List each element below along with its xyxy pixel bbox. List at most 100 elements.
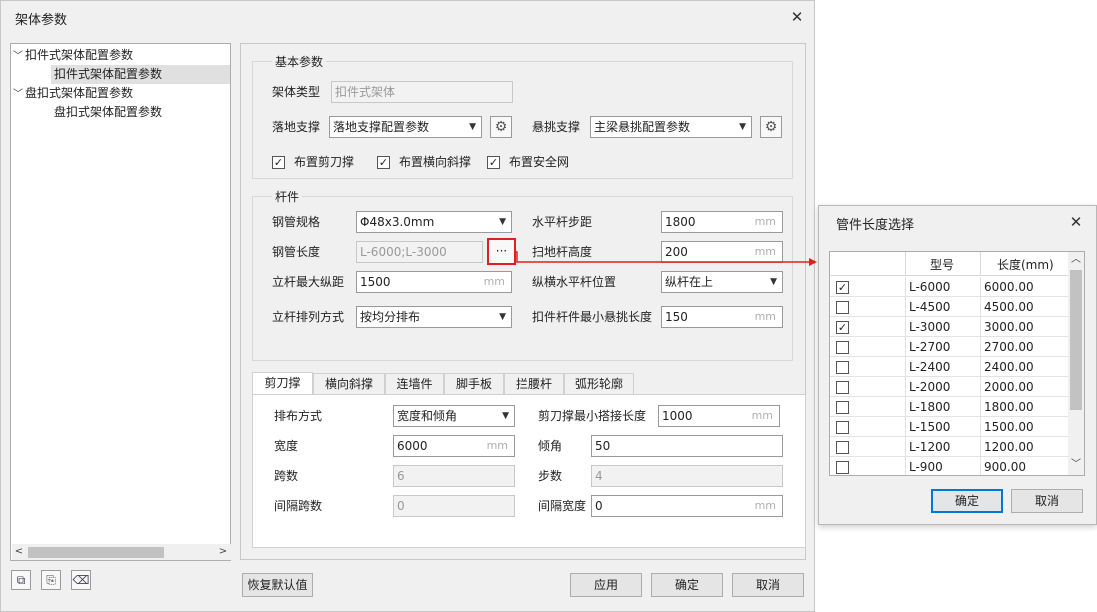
popup-cancel-button[interactable]: 取消 <box>1011 489 1083 513</box>
vertical-scrollbar[interactable]: ︿ ﹀ <box>1068 252 1084 475</box>
dropdown-arrow-icon: ▼ <box>499 312 506 322</box>
column-divider <box>980 337 981 357</box>
chevron-down-icon[interactable]: ﹀ <box>11 85 25 104</box>
table-row[interactable]: L-4500 4500.00 <box>830 297 1068 317</box>
chevron-down-icon[interactable]: ﹀ <box>11 47 25 66</box>
scroll-up-icon[interactable]: ︿ <box>1069 252 1083 268</box>
h-step-input[interactable]: 1800 mm <box>661 211 783 233</box>
lateral-checkbox[interactable]: ✓ <box>377 156 390 169</box>
column-divider <box>980 417 981 437</box>
cancel-button[interactable]: 取消 <box>732 573 804 597</box>
group-title: 基本参数 <box>272 53 327 70</box>
apply-button[interactable]: 应用 <box>570 573 642 597</box>
width-input[interactable]: 6000 mm <box>393 435 515 457</box>
table-row[interactable]: L-1500 1500.00 <box>830 417 1068 437</box>
table-row[interactable]: ✓ L-3000 3000.00 <box>830 317 1068 337</box>
tube-spec-select[interactable]: Φ48x3.0mm ▼ <box>356 211 512 233</box>
table-row[interactable]: L-900 900.00 <box>830 457 1068 475</box>
tube-length-popup: 管件长度选择 ✕ 型号 长度(mm) ✓ L-6000 6000.00 L-4500 4… <box>818 205 1097 525</box>
row-checkbox[interactable] <box>836 341 849 354</box>
tree-item-label: 盘扣式架体配置参数 <box>25 86 134 100</box>
tree-item-fastener-config[interactable]: 扣件式架体配置参数 <box>51 65 230 84</box>
eraser-icon[interactable]: ⌫ <box>71 570 91 590</box>
unit-label: mm <box>483 275 505 288</box>
safety-net-checkbox-label: 布置安全网 <box>509 155 570 169</box>
column-divider <box>980 317 981 337</box>
width-label: 宽度 <box>274 439 299 453</box>
table-header: 型号 长度(mm) <box>830 252 1068 276</box>
ok-button[interactable]: 确定 <box>651 573 723 597</box>
reset-defaults-button[interactable]: 恢复默认值 <box>242 573 313 597</box>
angle-input[interactable]: 50 <box>591 435 783 457</box>
min-lap-input[interactable]: 1000 mm <box>658 405 780 427</box>
h-step-value: 1800 <box>665 215 696 229</box>
row-checkbox[interactable] <box>836 441 849 454</box>
row-checkbox[interactable] <box>836 381 849 394</box>
row-checkbox[interactable] <box>836 301 849 314</box>
arrange-select[interactable]: 按均分排布 ▼ <box>356 306 512 328</box>
unit-label: mm <box>754 499 776 512</box>
pos-select[interactable]: 纵杆在上 ▼ <box>661 271 783 293</box>
tab-arc-outline[interactable]: 弧形轮廓 <box>564 373 634 395</box>
duplicate-icon[interactable]: ⎘ <box>41 570 61 590</box>
row-checkbox[interactable]: ✓ <box>836 281 849 294</box>
row-model: L-6000 <box>909 280 951 294</box>
row-checkbox[interactable] <box>836 461 849 474</box>
max-pitch-input[interactable]: 1500 mm <box>356 271 512 293</box>
layout-select[interactable]: 宽度和倾角 ▼ <box>393 405 515 427</box>
copy-icon[interactable]: ⧉ <box>11 570 31 590</box>
horizontal-scrollbar[interactable]: < > <box>12 544 231 560</box>
unit-label: mm <box>486 439 508 452</box>
tree-item-fastener-group[interactable]: ﹀ 扣件式架体配置参数 <box>11 46 230 65</box>
frame-type-field: 扣件式架体 <box>331 81 513 103</box>
table-row[interactable]: L-2000 2000.00 <box>830 377 1068 397</box>
row-checkbox[interactable] <box>836 401 849 414</box>
tube-length-label: 钢管长度 <box>272 245 321 259</box>
cantilever-select[interactable]: 主梁悬挑配置参数 ▼ <box>590 116 752 138</box>
table-row[interactable]: ✓ L-6000 6000.00 <box>830 277 1068 297</box>
step-label: 步数 <box>538 469 563 483</box>
tree-item-disc-config[interactable]: 盘扣式架体配置参数 <box>54 103 162 122</box>
row-checkbox[interactable] <box>836 421 849 434</box>
tab-scaffold-board[interactable]: 脚手板 <box>444 373 504 395</box>
header-length: 长度(mm) <box>997 258 1054 272</box>
tree-view[interactable]: ﹀ 扣件式架体配置参数 扣件式架体配置参数 ﹀ 盘扣式架体配置参数 盘扣式架体配置参… <box>10 43 231 561</box>
scroll-down-icon[interactable]: ﹀ <box>1069 457 1083 473</box>
table-row[interactable]: L-2400 2400.00 <box>830 357 1068 377</box>
row-checkbox[interactable]: ✓ <box>836 321 849 334</box>
gap-width-input[interactable]: 0 mm <box>591 495 783 517</box>
tab-scissor[interactable]: 剪刀撑 <box>252 372 313 396</box>
row-model: L-900 <box>909 460 943 474</box>
tube-length-browse-button[interactable]: ··· <box>487 238 516 265</box>
gear-icon[interactable]: ⚙ <box>490 116 512 138</box>
scroll-left-icon[interactable]: < <box>12 544 26 560</box>
scrollbar-thumb[interactable] <box>1070 270 1082 410</box>
gear-icon[interactable]: ⚙ <box>760 116 782 138</box>
ground-support-select[interactable]: 落地支撑配置参数 ▼ <box>329 116 482 138</box>
scissor-checkbox[interactable]: ✓ <box>272 156 285 169</box>
lateral-checkbox-label: 布置横向斜撑 <box>399 155 472 169</box>
column-divider <box>905 317 906 337</box>
row-checkbox[interactable] <box>836 361 849 374</box>
tab-lateral[interactable]: 横向斜撑 <box>313 373 385 395</box>
table-row[interactable]: L-1200 1200.00 <box>830 437 1068 457</box>
overhang-input[interactable]: 150 mm <box>661 306 783 328</box>
table-row[interactable]: L-1800 1800.00 <box>830 397 1068 417</box>
scrollbar-thumb[interactable] <box>28 547 164 558</box>
safety-net-checkbox[interactable]: ✓ <box>487 156 500 169</box>
table-row[interactable]: L-2700 2700.00 <box>830 337 1068 357</box>
span-field: 6 <box>393 465 515 487</box>
tab-wall-tie[interactable]: 连墙件 <box>385 373 444 395</box>
tab-waist-rail[interactable]: 拦腰杆 <box>504 373 564 395</box>
dropdown-arrow-icon: ▼ <box>502 411 509 421</box>
gap-width-label: 间隔宽度 <box>538 499 587 513</box>
close-icon[interactable]: ✕ <box>787 7 807 27</box>
close-icon[interactable]: ✕ <box>1066 212 1086 232</box>
tree-item-disc-group[interactable]: ﹀ 盘扣式架体配置参数 <box>11 84 230 103</box>
cantilever-value: 主梁悬挑配置参数 <box>594 120 691 134</box>
tree-item-label: 扣件式架体配置参数 <box>25 48 134 62</box>
scroll-right-icon[interactable]: > <box>216 544 230 560</box>
angle-label: 倾角 <box>538 439 563 453</box>
row-model: L-2700 <box>909 340 951 354</box>
popup-ok-button[interactable]: 确定 <box>931 489 1003 513</box>
